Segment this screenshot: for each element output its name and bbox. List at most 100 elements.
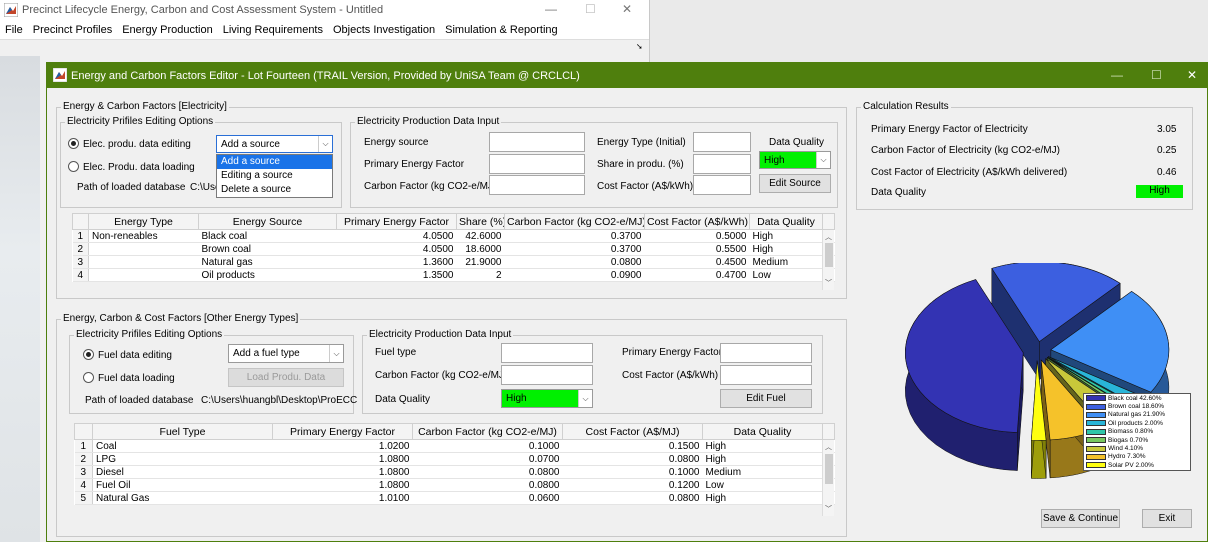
- elec-pef-input[interactable]: [489, 154, 585, 174]
- elec-carbon-input[interactable]: [489, 175, 585, 195]
- dropdown-option-delete[interactable]: Delete a source: [217, 183, 332, 197]
- cell-idx[interactable]: 2: [72, 242, 89, 256]
- cell-pef[interactable]: 1.0200: [272, 439, 413, 453]
- cell-idx[interactable]: 5: [74, 491, 93, 505]
- cell-source[interactable]: Natural gas: [198, 255, 337, 269]
- table-row[interactable]: 4 Oil products 1.3500 2 0.0900 0.4700 Low: [72, 268, 835, 282]
- cell-pef[interactable]: 4.0500: [336, 229, 457, 243]
- cell-fuel[interactable]: LPG: [92, 452, 273, 466]
- cell-idx[interactable]: 2: [74, 452, 93, 466]
- cell-quality[interactable]: High: [749, 229, 823, 243]
- col-energy-type[interactable]: Energy Type: [88, 213, 199, 230]
- edit-source-button[interactable]: Edit Source: [759, 174, 831, 193]
- cell-type[interactable]: Non-reneables: [88, 229, 199, 243]
- fuel-type-input[interactable]: [501, 343, 593, 363]
- cell-share[interactable]: 21.9000: [456, 255, 505, 269]
- cell-carbon[interactable]: 0.3700: [504, 242, 645, 256]
- cell-share[interactable]: 2: [456, 268, 505, 282]
- cell-pef[interactable]: 4.0500: [336, 242, 457, 256]
- scroll-down-icon[interactable]: ﹀: [825, 504, 832, 514]
- fuel-pef-input[interactable]: [720, 343, 812, 363]
- cell-carbon[interactable]: 0.0900: [504, 268, 645, 282]
- cell-pef[interactable]: 1.0800: [272, 465, 413, 479]
- table-row[interactable]: 2 Brown coal 4.0500 18.6000 0.3700 0.5500 High: [72, 242, 835, 256]
- main-minimize-button[interactable]: —: [545, 2, 557, 16]
- cell-cost[interactable]: 0.5500: [644, 242, 750, 256]
- cell-carbon[interactable]: 0.0800: [504, 255, 645, 269]
- editor-minimize-button[interactable]: —: [1111, 68, 1123, 82]
- elec-editing-radio[interactable]: [68, 138, 79, 149]
- col-cost-factor[interactable]: Cost Factor (A$/MJ): [562, 423, 703, 440]
- scroll-up-icon[interactable]: ︿: [825, 232, 832, 242]
- exit-button[interactable]: Exit: [1142, 509, 1192, 528]
- cell-cost[interactable]: 0.4500: [644, 255, 750, 269]
- cell-quality[interactable]: High: [702, 439, 823, 453]
- share-input[interactable]: [693, 154, 751, 174]
- elec-loading-radio[interactable]: [68, 161, 79, 172]
- cell-quality[interactable]: Low: [702, 478, 823, 492]
- menu-simulation-reporting[interactable]: Simulation & Reporting: [440, 24, 563, 36]
- cell-quality[interactable]: High: [702, 491, 823, 505]
- fuel-loading-radio[interactable]: [83, 372, 94, 383]
- cell-share[interactable]: 18.6000: [456, 242, 505, 256]
- col-fuel-type[interactable]: Fuel Type: [92, 423, 273, 440]
- col-primary-energy-factor[interactable]: Primary Energy Factor: [336, 213, 457, 230]
- cell-cost[interactable]: 0.1200: [562, 478, 703, 492]
- cell-pef[interactable]: 1.3500: [336, 268, 457, 282]
- cell-source[interactable]: Oil products: [198, 268, 337, 282]
- cell-carbon[interactable]: 0.0800: [412, 478, 563, 492]
- cell-quality[interactable]: Medium: [749, 255, 823, 269]
- fuel-action-select[interactable]: Add a fuel type ⌵: [228, 344, 344, 363]
- fuel-cost-input[interactable]: [720, 365, 812, 385]
- save-continue-button[interactable]: Save & Continue: [1041, 509, 1120, 528]
- cell-share[interactable]: 42.6000: [456, 229, 505, 243]
- fuel-carbon-input[interactable]: [501, 365, 593, 385]
- fuel-quality-select[interactable]: High ⌵: [501, 389, 593, 408]
- menu-overflow-icon[interactable]: ➘: [636, 42, 643, 51]
- cell-quality[interactable]: High: [749, 242, 823, 256]
- editor-close-button[interactable]: ✕: [1187, 68, 1197, 82]
- col-data-quality[interactable]: Data Quality: [702, 423, 823, 440]
- scroll-thumb[interactable]: [825, 243, 833, 267]
- cell-carbon[interactable]: 0.1000: [412, 439, 563, 453]
- cell-idx[interactable]: 4: [72, 268, 89, 282]
- menu-energy-production[interactable]: Energy Production: [117, 24, 218, 36]
- cell-type[interactable]: [88, 242, 199, 256]
- edit-fuel-button[interactable]: Edit Fuel: [720, 389, 812, 408]
- col-energy-source[interactable]: Energy Source: [198, 213, 337, 230]
- cell-carbon[interactable]: 0.0700: [412, 452, 563, 466]
- cell-quality[interactable]: Low: [749, 268, 823, 282]
- col-carbon-factor[interactable]: Carbon Factor (kg CO2-e/MJ): [504, 213, 645, 230]
- editor-maximize-button[interactable]: ☐: [1151, 68, 1162, 82]
- main-maximize-button[interactable]: ☐: [585, 2, 596, 16]
- fuel-editing-radio[interactable]: [83, 349, 94, 360]
- col-primary-energy-factor[interactable]: Primary Energy Factor: [272, 423, 413, 440]
- cell-idx[interactable]: 3: [72, 255, 89, 269]
- elec-quality-select[interactable]: High ⌵: [759, 151, 831, 169]
- table-row[interactable]: 4 Fuel Oil 1.0800 0.0800 0.1200 Low: [74, 478, 835, 492]
- cell-quality[interactable]: Medium: [702, 465, 823, 479]
- scroll-thumb[interactable]: [825, 454, 833, 484]
- elec-table-scrollbar[interactable]: ︿ ﹀: [822, 230, 834, 290]
- cell-source[interactable]: Brown coal: [198, 242, 337, 256]
- energy-type-input[interactable]: [693, 132, 751, 152]
- scroll-down-icon[interactable]: ﹀: [825, 278, 832, 288]
- menu-file[interactable]: File: [0, 24, 28, 36]
- table-row[interactable]: 3 Diesel 1.0800 0.0800 0.1000 Medium: [74, 465, 835, 479]
- cell-type[interactable]: [88, 255, 199, 269]
- cell-fuel[interactable]: Natural Gas: [92, 491, 273, 505]
- cell-idx[interactable]: 4: [74, 478, 93, 492]
- cell-fuel[interactable]: Coal: [92, 439, 273, 453]
- col-share[interactable]: Share (%): [456, 213, 505, 230]
- cell-cost[interactable]: 0.1500: [562, 439, 703, 453]
- col-cost-factor[interactable]: Cost Factor (A$/kWh): [644, 213, 750, 230]
- cell-idx[interactable]: 1: [74, 439, 93, 453]
- table-row[interactable]: 2 LPG 1.0800 0.0700 0.0800 High: [74, 452, 835, 466]
- main-close-button[interactable]: ✕: [622, 2, 632, 16]
- cell-pef[interactable]: 1.0800: [272, 478, 413, 492]
- dropdown-option-edit[interactable]: Editing a source: [217, 169, 332, 183]
- cell-pef[interactable]: 1.0800: [272, 452, 413, 466]
- scroll-up-icon[interactable]: ︿: [825, 442, 832, 452]
- col-data-quality[interactable]: Data Quality: [749, 213, 823, 230]
- table-row[interactable]: 3 Natural gas 1.3600 21.9000 0.0800 0.4500 Med…: [72, 255, 835, 269]
